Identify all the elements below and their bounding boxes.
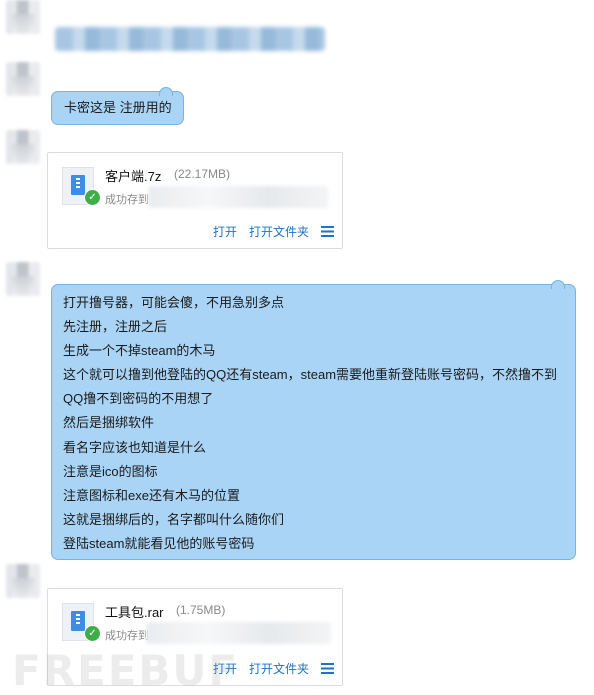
file-card[interactable]: ✓ 客户端.7z (22.17MB) 成功存到 打开 打开文件夹 <box>47 152 343 249</box>
file-name[interactable]: 客户端.7z <box>105 166 161 185</box>
watermark: FREEBUF <box>12 646 240 695</box>
message-line: 打开撸号器，可能会傻，不用急别多点 <box>63 295 285 310</box>
message-line: 注意图标和exe还有木马的位置 <box>63 487 240 503</box>
message-lines: 打开撸号器，可能会傻，不用急别多点 先注册，注册之后生成一个不掉steam的木马这… <box>63 291 557 556</box>
message-bubble: 卡密这是 注册用的 <box>51 87 184 125</box>
file-status: 成功存到 <box>105 194 149 206</box>
check-circle-icon: ✓ <box>84 625 101 642</box>
message-line: QQ撸不到密码的不用想了 <box>63 391 214 407</box>
message-line: 这个就可以撸到他登陆的QQ还有steam，steam需要他重新登陆账号密码，不然… <box>63 367 558 383</box>
avatar[interactable] <box>6 564 40 598</box>
avatar[interactable] <box>6 262 40 296</box>
file-status: 成功存到 <box>105 630 149 642</box>
open-folder-link[interactable]: 打开文件夹 <box>249 223 309 240</box>
message-line: 注意是ico的图标 <box>63 463 158 479</box>
message-line: 生成一个不掉steam的木马 <box>63 343 216 359</box>
file-size: (1.75MB) <box>176 603 226 617</box>
menu-icon[interactable] <box>321 663 334 674</box>
check-circle-icon: ✓ <box>84 189 101 206</box>
blurred-status <box>146 622 331 644</box>
message-line: 然后是捆绑软件 <box>63 415 155 431</box>
message-line: 这就是捆绑后的，名字都叫什么随你们 <box>63 511 285 527</box>
blurred-message <box>55 27 325 51</box>
menu-icon[interactable] <box>321 226 334 237</box>
bubble-tail <box>551 280 565 289</box>
open-folder-link[interactable]: 打开文件夹 <box>249 660 309 677</box>
message-line: 登陆steam就能看见他的账号密码 <box>63 535 255 551</box>
avatar[interactable] <box>6 0 40 34</box>
file-size: (22.17MB) <box>174 167 231 181</box>
blurred-status <box>148 186 328 208</box>
avatar[interactable] <box>6 130 40 164</box>
file-name[interactable]: 工具包.rar <box>105 602 164 621</box>
message-bubble-long: 打开撸号器，可能会傻，不用急别多点 先注册，注册之后生成一个不掉steam的木马这… <box>51 280 576 560</box>
message-line: 看名字应该也知道是什么 <box>63 439 207 455</box>
avatar[interactable] <box>6 62 40 96</box>
file-actions: 打开 打开文件夹 <box>213 223 334 240</box>
bubble-tail <box>159 87 173 96</box>
message-line: 先注册，注册之后 <box>63 319 168 335</box>
message-text: 卡密这是 注册用的 <box>64 100 172 115</box>
open-link[interactable]: 打开 <box>213 223 237 240</box>
